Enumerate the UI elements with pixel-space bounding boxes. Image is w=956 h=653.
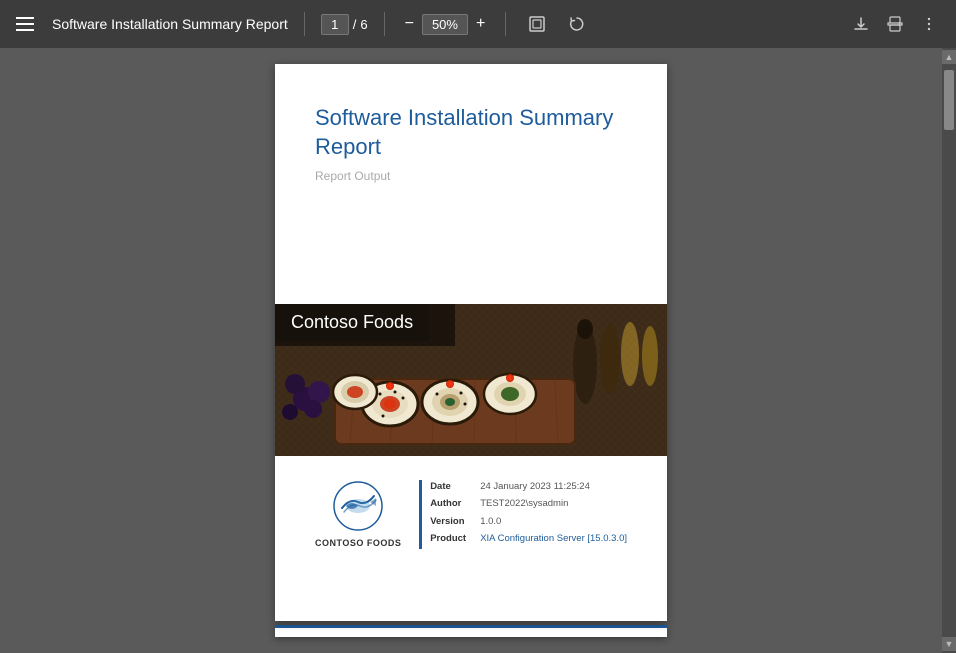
toolbar-right [846,11,944,37]
pdf-page-2-glimpse [275,625,667,637]
zoom-out-button[interactable]: − [401,14,418,34]
zoom-value: 50% [422,14,468,35]
pdf-page-1: Software Installation Summary Report Rep… [275,64,667,621]
meta-date-val: 24 January 2023 11:25:24 [480,480,590,494]
logo-label: CONTOSO FOODS [315,538,401,548]
zoom-control: − 50% + [401,14,490,35]
main-area: Software Installation Summary Report Rep… [0,48,956,653]
scroll-track[interactable] [942,66,956,635]
rotate-icon [568,15,586,33]
cover-bottom: CONTOSO FOODS Date 24 January 2023 11:25… [275,456,667,621]
more-icon [920,15,938,33]
document-title: Software Installation Summary Report [52,16,288,32]
meta-date-row: Date 24 January 2023 11:25:24 [430,480,627,494]
meta-product-key: Product [430,532,474,546]
more-options-button[interactable] [914,11,944,37]
page-number-input[interactable] [321,14,349,35]
scroll-down-icon: ▼ [945,640,954,649]
meta-date-key: Date [430,480,474,494]
print-icon [886,15,904,33]
page-total: 6 [360,17,367,32]
meta-version-key: Version [430,515,474,529]
cover-top: Software Installation Summary Report Rep… [275,64,667,304]
separator-1 [304,12,305,36]
meta-author-row: Author TEST2022\sysadmin [430,497,627,511]
sushi-banner: Contoso Foods [275,304,667,456]
separator-2 [384,12,385,36]
download-button[interactable] [846,11,876,37]
meta-author-key: Author [430,497,474,511]
menu-icon[interactable] [12,13,38,35]
meta-table: Date 24 January 2023 11:25:24 Author TES… [419,480,627,549]
download-icon [852,15,870,33]
meta-version-val: 1.0.0 [480,515,501,529]
separator-3 [505,12,506,36]
pdf-scroll-area[interactable]: Software Installation Summary Report Rep… [0,48,942,653]
company-logo [332,480,384,532]
scroll-thumb[interactable] [944,70,954,130]
scroll-down-button[interactable]: ▼ [942,637,956,651]
fit-page-button[interactable] [522,11,552,37]
logo-area: CONTOSO FOODS [315,480,401,548]
banner-label: Contoso Foods [275,304,429,341]
scroll-up-icon: ▲ [945,53,954,62]
meta-author-val: TEST2022\sysadmin [480,497,568,511]
scrollbar: ▲ ▼ [942,48,956,653]
print-button[interactable] [880,11,910,37]
page-separator: / [353,17,357,32]
zoom-in-button[interactable]: + [472,14,489,34]
cover-subtitle: Report Output [315,169,627,183]
meta-product-row: Product XIA Configuration Server [15.0.3… [430,532,627,546]
meta-product-val: XIA Configuration Server [15.0.3.0] [480,532,627,546]
scroll-up-button[interactable]: ▲ [942,50,956,64]
rotate-button[interactable] [562,11,592,37]
fit-icon [528,15,546,33]
meta-version-row: Version 1.0.0 [430,515,627,529]
page-indicator: / 6 [321,14,368,35]
toolbar: Software Installation Summary Report / 6… [0,0,956,48]
cover-title: Software Installation Summary Report [315,104,627,161]
